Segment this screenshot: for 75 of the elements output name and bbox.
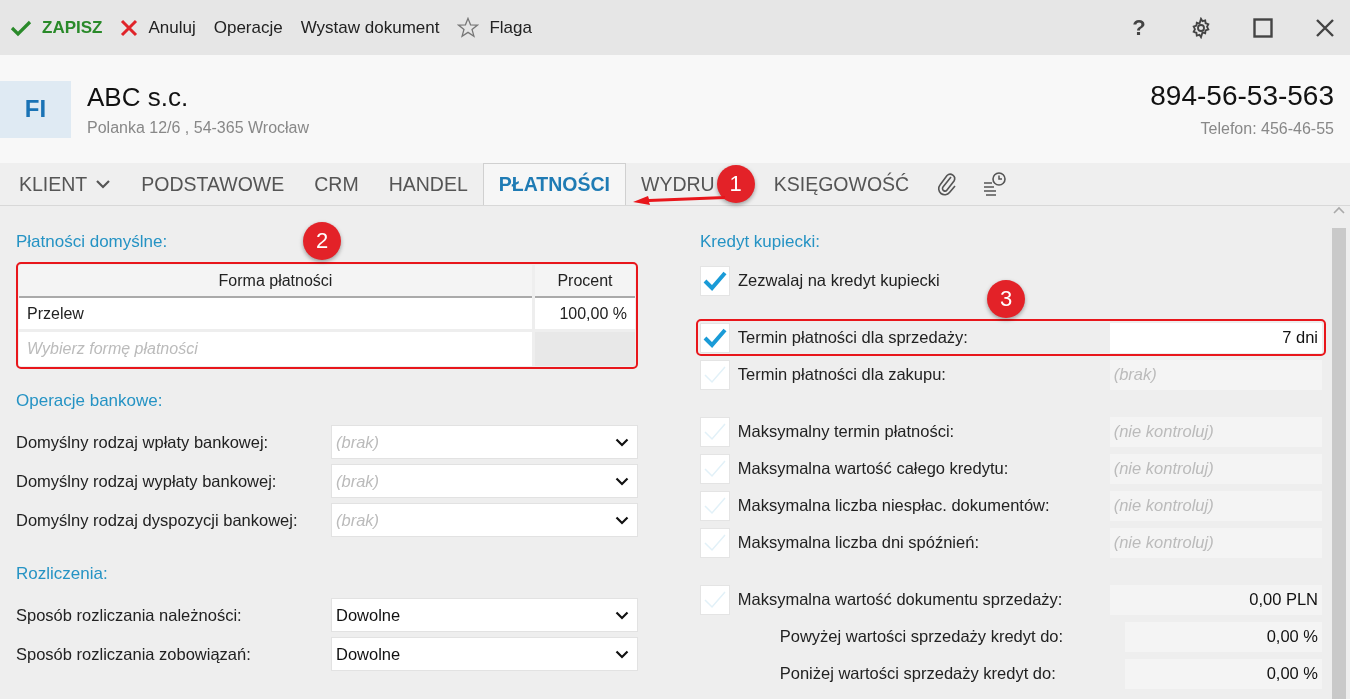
annotation-badge: 3	[987, 280, 1025, 318]
column-header: Forma płatności	[19, 265, 532, 298]
chevron-down-icon	[95, 179, 112, 189]
field-label: Domyślny rodzaj wpłaty bankowej:	[16, 432, 270, 452]
checkbox[interactable]	[700, 416, 730, 447]
tab[interactable]: PODSTAWOWE	[126, 172, 300, 196]
close-icon	[1315, 17, 1335, 38]
field-label: Powyżej wartości sprzedaży kredyt do:	[779, 627, 1065, 646]
tab[interactable]: KLIENT	[4, 172, 127, 196]
close-icon	[120, 18, 139, 37]
field-label: Domyślny rodzaj dyspozycji bankowej:	[16, 510, 299, 530]
list-clock-icon	[982, 171, 1009, 197]
table-cell: 100,00 %	[535, 298, 635, 332]
scrollbar[interactable]	[1332, 206, 1346, 699]
input-field[interactable]: Wybierz formę płatności	[19, 332, 532, 366]
check-icon	[10, 18, 32, 37]
input-field[interactable]: 0,00 %	[1124, 658, 1322, 689]
chevron-up-icon	[1333, 206, 1345, 214]
annotation-badge: 1	[716, 165, 755, 203]
paperclip-icon	[936, 171, 959, 197]
avatar: FI	[0, 80, 71, 138]
field-label: Maksymalna wartość całego kredytu:	[737, 459, 1010, 478]
chevron-down-icon	[615, 649, 629, 659]
input-field[interactable]: 0,00 PLN	[1109, 584, 1322, 615]
checkbox[interactable]	[700, 265, 730, 296]
input-field[interactable]: 0,00 %	[1124, 621, 1322, 652]
field-label: Maksymalna liczba niespłac. dokumentów:	[737, 496, 1051, 515]
chevron-down-icon	[615, 476, 629, 486]
column-header: Procent	[535, 265, 635, 298]
client-address: Polanka 12/6 , 54-365 Wrocław	[87, 118, 310, 137]
field-label: Sposób rozliczania zobowiązań:	[16, 644, 252, 664]
tab[interactable]: WYDRU	[626, 172, 717, 196]
cancel-button[interactable]: Anuluj	[120, 17, 196, 38]
tab[interactable]: CRM	[299, 172, 374, 196]
table-cell: Przelew	[19, 298, 532, 332]
field-label: Domyślny rodzaj wypłaty bankowej:	[16, 471, 278, 491]
field-label: Maksymalny termin płatności:	[737, 422, 956, 441]
section-title: Kredyt kupiecki:	[700, 232, 820, 252]
chevron-down-icon	[615, 437, 629, 447]
toolbar-button[interactable]: Operacje	[213, 17, 283, 38]
settings-icon	[1190, 16, 1212, 39]
checkbox[interactable]	[700, 527, 730, 558]
field-label: Poniżej wartości sprzedaży kredyt do:	[779, 664, 1057, 683]
star-icon	[457, 17, 480, 38]
field-label: Maksymalna wartość dokumentu sprzedaży:	[737, 590, 1064, 609]
toolbar-button[interactable]: Wystaw dokument	[300, 17, 440, 38]
chevron-down-icon	[615, 515, 629, 525]
section-title: Rozliczenia:	[16, 564, 108, 584]
field-label: Termin płatności dla sprzedaży:	[737, 328, 969, 347]
tab[interactable]: KSIĘGOWOŚĆ	[758, 172, 925, 196]
tax-number: 894-56-53-563	[1150, 80, 1334, 112]
checkbox[interactable]	[700, 322, 730, 353]
dropdown-field[interactable]: Dowolne	[331, 598, 638, 632]
field-label: Termin płatności dla zakupu:	[737, 365, 947, 384]
tab[interactable]: HANDEL	[373, 172, 483, 196]
checkbox[interactable]	[700, 359, 730, 390]
field-label: Zezwalaj na kredyt kupiecki	[738, 271, 941, 290]
checkbox[interactable]	[700, 453, 730, 484]
checkbox[interactable]	[700, 490, 730, 521]
client-name: ABC s.c.	[87, 81, 190, 113]
annotation-badge: 2	[303, 222, 341, 260]
tab[interactable]: PŁATNOŚCI	[482, 163, 627, 205]
chevron-down-icon	[615, 610, 629, 620]
field-label: Sposób rozliczania należności:	[16, 605, 243, 625]
dropdown-field[interactable]: Dowolne	[331, 637, 638, 671]
field-label: Maksymalna liczba dni spóźnień:	[737, 533, 980, 552]
checkbox[interactable]	[700, 584, 730, 615]
help-button[interactable]: ?	[1124, 12, 1154, 43]
phone-number: Telefon: 456-46-55	[1199, 120, 1334, 138]
flag-button[interactable]: Flaga	[457, 17, 532, 38]
section-title: Płatności domyślne:	[16, 232, 168, 252]
maximize-icon	[1253, 17, 1273, 38]
save-button[interactable]: ZAPISZ	[10, 17, 103, 38]
input-field[interactable]: 7 dni	[1109, 322, 1322, 353]
section-title: Operacje bankowe:	[16, 391, 163, 411]
